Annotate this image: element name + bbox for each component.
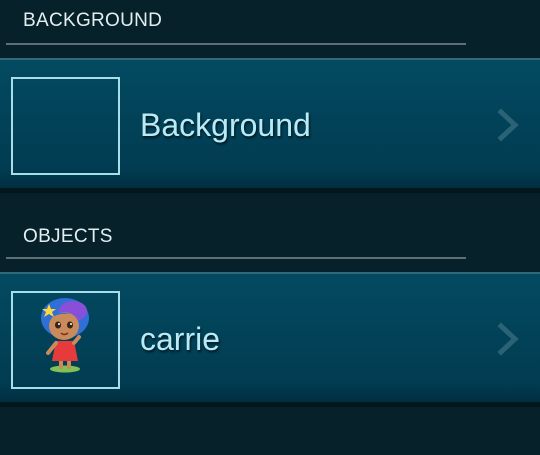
objects-section-header: OBJECTS: [0, 216, 540, 264]
chevron-right-icon: [497, 108, 519, 142]
object-thumbnail: [11, 291, 120, 389]
background-section-header: BACKGROUND: [0, 0, 540, 48]
chevron-right-icon: [497, 322, 519, 356]
character-sprite: [41, 298, 89, 373]
section-divider: [6, 43, 466, 45]
row-separator: [0, 188, 540, 193]
object-row-carrie[interactable]: carrie: [0, 272, 540, 402]
scene-screen: BACKGROUND Background OBJECTS carrie: [0, 0, 540, 455]
background-thumbnail: [11, 77, 120, 175]
section-divider: [6, 257, 466, 259]
objects-section-title: OBJECTS: [23, 226, 113, 247]
background-row[interactable]: Background: [0, 58, 540, 188]
object-row-label: carrie: [140, 321, 221, 357]
background-section-title: BACKGROUND: [23, 10, 163, 31]
row-separator: [0, 402, 540, 407]
background-row-label: Background: [140, 107, 311, 143]
